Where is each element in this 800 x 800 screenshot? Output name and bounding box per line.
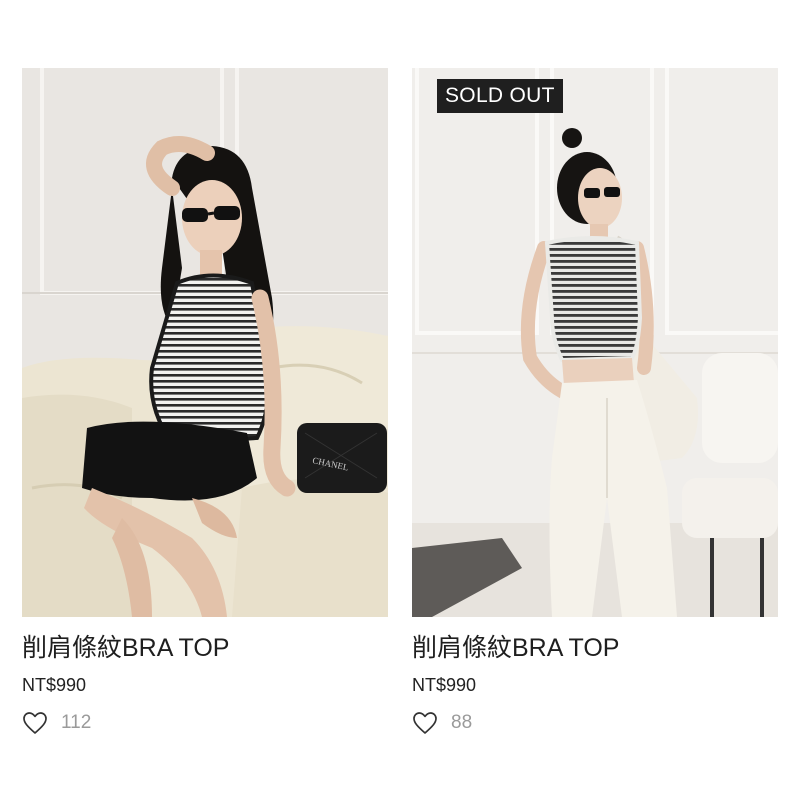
product-card-1[interactable]: CHANEL 削肩條紋BRA TOP NT$990 112	[22, 68, 388, 736]
product-photo-1: CHANEL	[22, 68, 388, 617]
heart-outline-icon[interactable]	[412, 711, 438, 735]
like-count: 112	[61, 712, 92, 733]
product-price: NT$990	[22, 675, 87, 695]
sold-out-badge: SOLD OUT	[437, 79, 563, 113]
heart-outline-icon[interactable]	[22, 711, 48, 735]
like-count: 88	[451, 712, 473, 733]
product-image-2[interactable]: SOLD OUT	[412, 68, 778, 617]
like-row: 88	[412, 710, 778, 736]
product-card-2[interactable]: SOLD OUT 削肩條紋BRA TOP NT$990 88	[412, 68, 778, 736]
product-photo-2	[412, 68, 778, 617]
product-price: NT$990	[412, 675, 477, 695]
product-image-1[interactable]: CHANEL	[22, 68, 388, 617]
product-title[interactable]: 削肩條紋BRA TOP	[412, 634, 778, 662]
product-title[interactable]: 削肩條紋BRA TOP	[22, 634, 388, 662]
like-row: 112	[22, 710, 388, 736]
